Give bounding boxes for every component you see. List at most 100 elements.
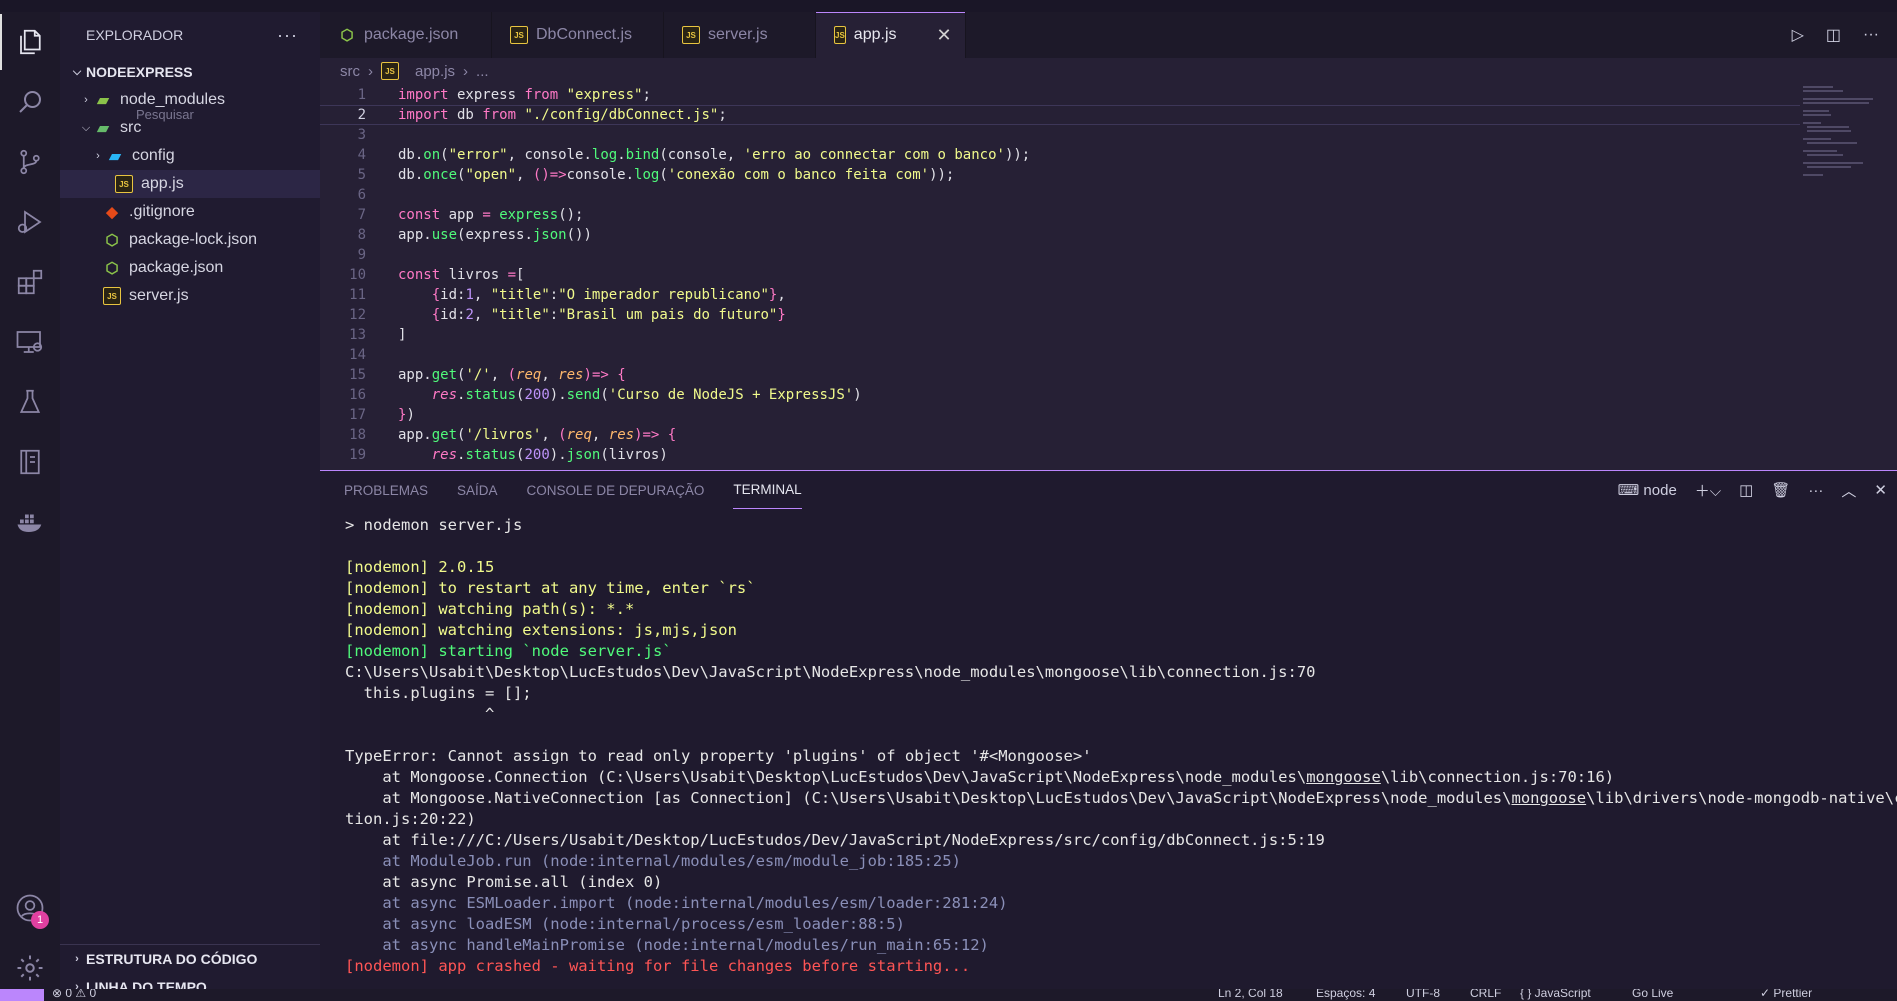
tab-terminal[interactable]: TERMINAL [733,471,802,509]
window-title-bar [0,0,1897,12]
minimap[interactable] [1799,84,1879,184]
tree-item-package-lock[interactable]: ⬡ package-lock.json [60,226,320,254]
chevron-right-icon: › [96,150,100,162]
nodejs-file-icon: ⬡ [105,260,119,277]
remote-indicator[interactable] [0,989,44,1001]
terminal-icon: ⌨ [1617,482,1640,499]
new-terminal-plus-icon[interactable]: ＋⌵ [1695,480,1721,501]
tab-label: app.js [853,26,897,43]
explorer-title: EXPLORADOR [86,27,184,43]
tab-server-js[interactable]: JS server.js [664,12,816,58]
code-line: 19 res.status(200).json(livros) [349,447,668,463]
tab-app-js[interactable]: JS app.js ✕ [816,12,966,58]
source-control-icon[interactable] [0,134,60,190]
more-actions-icon[interactable]: ··· [277,25,298,46]
maximize-panel-icon[interactable]: ︿ [1841,480,1856,501]
code-line: 4 db.on("error", console.log.bind(console… [357,147,1031,163]
tree-item-label: config [132,147,175,164]
more-actions-icon[interactable]: ··· [1808,482,1823,499]
code-line: 12 {id:2, "title":"Brasil um pais do fut… [349,307,786,323]
accounts-icon[interactable]: 1 [0,880,60,936]
tree-item-config[interactable]: › ▰ config [60,142,320,170]
tree-item-label: package.json [129,259,224,276]
breadcrumb-src[interactable]: src [340,63,360,80]
editor-tab-bar: ⬡ package.json JS DbConnect.js JS server… [320,12,1897,58]
terminal-line: > nodemon server.js [345,516,523,534]
chevron-right-icon: › [463,62,469,80]
code-line: 10 const livros =[ [349,267,525,283]
terminal-line: at async Promise.all (index 0) [345,873,663,891]
tree-item-label: .gitignore [129,203,195,220]
terminal-line: [nodemon] 2.0.15 [345,558,495,576]
code-editor[interactable]: 1 import express from "express"; 2 import … [320,84,1897,470]
search-icon[interactable] [0,74,60,130]
run-debug-icon[interactable] [0,194,60,250]
run-play-icon[interactable]: ▷ [1792,25,1804,45]
testing-icon[interactable] [0,374,60,430]
tab-label: package.json [364,26,459,43]
cursor-position[interactable]: Ln 2, Col 18 [1218,989,1283,1000]
split-terminal-icon[interactable]: ◫ [1739,481,1753,499]
tree-item-app-js[interactable]: JS app.js [60,170,320,198]
more-actions-icon[interactable]: ··· [1863,26,1879,44]
terminal-shell-selector[interactable]: ⌨ node [1618,481,1677,499]
panel-actions: ⌨ node ＋⌵ ◫ 🗑 ··· ︿ ✕ [1618,471,1897,509]
indentation-status[interactable]: Espaços: 4 [1316,989,1375,1000]
explorer-activity-icon[interactable] [0,14,60,70]
stack-link[interactable]: mongoose [1511,789,1586,807]
folder-config-icon: ▰ [109,148,121,165]
js-file-icon: JS [381,62,399,80]
encoding-status[interactable]: UTF-8 [1406,989,1440,1000]
extensions-icon[interactable] [0,254,60,310]
go-live-button[interactable]: Go Live [1632,989,1673,1000]
tab-problems[interactable]: PROBLEMAS [344,471,428,509]
tree-item-server-js[interactable]: JS server.js [60,282,320,310]
language-status[interactable]: { } JavaScript [1520,989,1591,1000]
tree-item-gitignore[interactable]: ◆ .gitignore [60,198,320,226]
chevron-right-icon: › [75,953,79,965]
problems-status[interactable]: ⊗ 0 ⚠ 0 [52,989,96,1000]
terminal-line: TypeError: Cannot assign to read only pr… [345,747,1092,765]
eol-status[interactable]: CRLF [1470,989,1501,1000]
project-section[interactable]: ⌵ NODEEXPRESS [60,58,320,86]
shell-name: node [1643,482,1677,499]
tree-item-package-json[interactable]: ⬡ package.json [60,254,320,282]
terminal-output[interactable]: > nodemon server.js [nodemon] 2.0.15 [no… [345,515,1897,977]
remote-explorer-icon[interactable] [0,314,60,370]
terminal-line: [nodemon] starting `node server.js` [345,642,672,660]
manage-gear-icon[interactable] [0,940,60,996]
breadcrumb-file[interactable]: app.js [415,63,455,80]
stack-text: \lib\drivers\node-mongodb-native\connec [1586,789,1897,807]
tab-output[interactable]: SAÍDA [457,471,498,509]
stack-link[interactable]: mongoose [1306,768,1381,786]
stack-text: at Mongoose.NativeConnection [as Connect… [345,789,1512,807]
js-file-icon: JS [115,175,133,193]
terminal-blank [345,725,1895,746]
notebook-icon[interactable] [0,434,60,490]
breadcrumb-symbols[interactable]: ... [476,63,489,80]
docker-icon[interactable] [0,494,60,550]
terminal-line: [nodemon] to restart at any time, enter … [345,579,756,597]
code-line: 6 [357,187,366,203]
outline-section[interactable]: › ESTRUTURA DO CÓDIGO [60,945,320,973]
terminal-line: ^ [345,705,495,723]
terminal-line: at Mongoose.Connection (C:\Users\Usabit\… [345,767,1895,788]
prettier-status[interactable]: ✓ Prettier [1760,989,1812,1000]
chevron-down-icon: ⌵ [81,121,91,134]
breadcrumb: src › JS app.js › ... [320,58,1897,84]
git-file-icon: ◆ [106,204,118,221]
search-tooltip: Pesquisar [136,107,194,122]
js-file-icon: JS [834,26,846,44]
activity-bar: 1 [0,12,60,989]
chevron-right-icon: › [368,62,373,80]
tab-dbconnect-js[interactable]: JS DbConnect.js [492,12,664,58]
tab-debug-console[interactable]: CONSOLE DE DEPURAÇÃO [527,471,705,509]
code-line: 7 const app = express(); [357,207,584,223]
split-editor-icon[interactable]: ◫ [1826,25,1841,45]
js-file-icon: JS [510,26,528,44]
close-panel-icon[interactable]: ✕ [1874,481,1887,499]
close-icon[interactable]: ✕ [937,25,952,46]
tab-package-json[interactable]: ⬡ package.json [320,12,492,58]
terminal-line: [nodemon] watching path(s): *.* [345,600,635,618]
trash-icon[interactable]: 🗑 [1771,481,1790,499]
